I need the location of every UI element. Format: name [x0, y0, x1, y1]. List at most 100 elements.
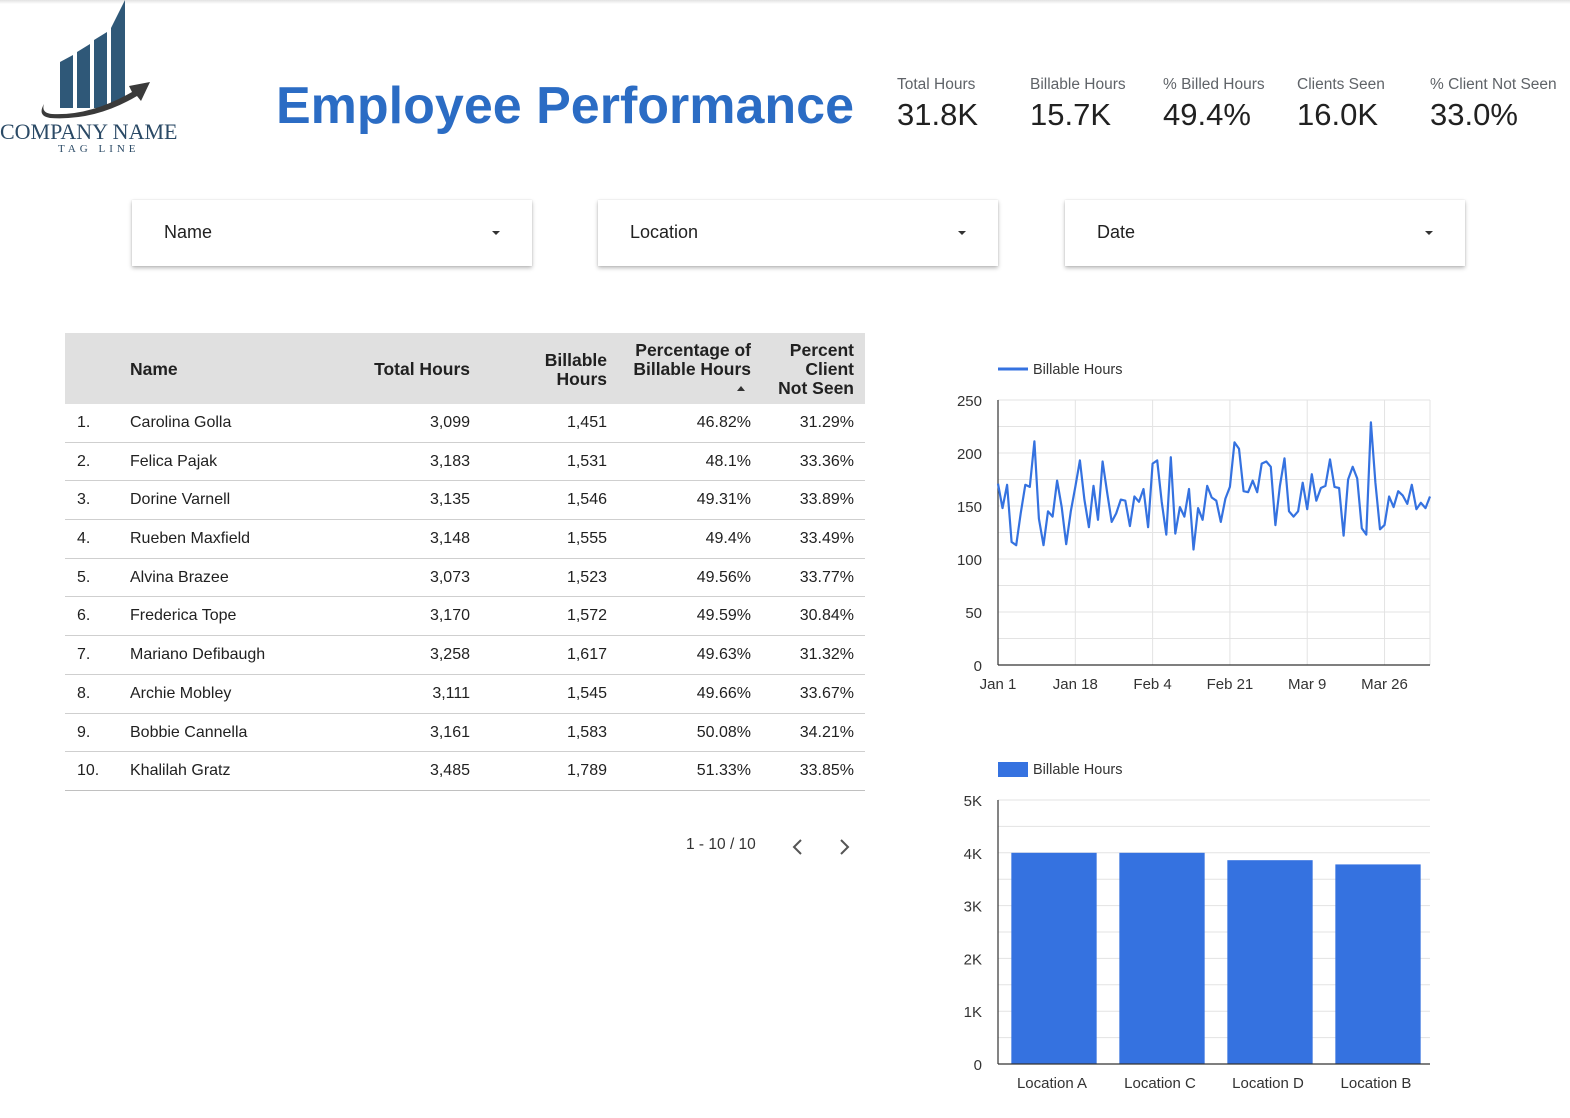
bar: [1335, 864, 1421, 1064]
cell-billable-hours: 1,451: [566, 414, 607, 431]
cell-name: Bobbie Cannella: [130, 723, 248, 741]
cell-pct-billable: 48.1%: [705, 452, 751, 470]
table-row[interactable]: 1. Carolina Golla 3,099 1,451 46.82% 31.29%: [65, 404, 865, 443]
cell-name: Rueben Maxfield: [130, 530, 251, 548]
chevron-right-icon: [840, 839, 850, 855]
legend-label: Billable Hours: [1033, 362, 1122, 378]
y-tick-label: 4K: [964, 846, 982, 863]
chevron-left-icon: [792, 839, 802, 855]
kpi-billable-hours: Billable Hours 15.7K: [1030, 76, 1126, 133]
cell-client-not-seen: 33.85%: [799, 762, 854, 780]
cell-name: Carolina Golla: [130, 414, 232, 431]
cell-name: Felica Pajak: [130, 452, 218, 470]
cell-total-hours: 3,161: [429, 723, 470, 741]
header-name[interactable]: Name: [130, 360, 178, 379]
pagination-range: 1 - 10 / 10: [686, 836, 756, 853]
cell-total-hours: 3,073: [429, 568, 470, 586]
date-filter-dropdown[interactable]: Date: [1065, 200, 1465, 266]
table-row[interactable]: 4. Rueben Maxfield 3,148 1,555 49.4% 33.49%: [65, 520, 865, 559]
employee-table: Name Total Hours Billable Hours Percenta…: [65, 333, 865, 791]
table-row[interactable]: 5. Alvina Brazee 3,073 1,523 49.56% 33.77%: [65, 559, 865, 598]
dropdown-arrow-icon: [958, 231, 966, 235]
cell-pct-billable: 51.33%: [696, 762, 751, 780]
cell-name: Archie Mobley: [130, 684, 232, 702]
table-row[interactable]: 10. Khalilah Gratz 3,485 1,789 51.33% 33.85%: [65, 752, 865, 791]
cell-pct-billable: 46.82%: [696, 414, 751, 431]
table-row[interactable]: 8. Archie Mobley 3,111 1,545 49.66% 33.67%: [65, 675, 865, 714]
cell-client-not-seen: 33.49%: [799, 530, 854, 548]
cell-index: 5.: [77, 568, 91, 586]
cell-client-not-seen: 30.84%: [799, 607, 854, 625]
dropdown-arrow-icon: [492, 231, 500, 235]
y-tick-label: 2K: [964, 951, 982, 968]
x-tick-label: Mar 9: [1288, 676, 1326, 693]
billable-hours-by-location-bar-chart: 0 1K 2K 3K 4K 5K Location A Location C Location …: [964, 762, 1430, 1092]
cell-total-hours: 3,485: [429, 762, 470, 780]
cell-name: Dorine Varnell: [130, 491, 231, 509]
table-row[interactable]: 7. Mariano Defibaugh 3,258 1,617 49.63% 31.32…: [65, 636, 865, 675]
cell-name: Alvina Brazee: [130, 568, 229, 586]
header-line: Client: [805, 359, 854, 379]
kpi-total-hours: Total Hours 31.8K: [897, 76, 978, 133]
cell-client-not-seen: 31.32%: [799, 646, 854, 664]
header-line: Percentage of: [635, 340, 751, 360]
company-name: COMPANY NAME: [0, 119, 178, 144]
kpi-clients-seen: Clients Seen 16.0K: [1297, 76, 1385, 133]
x-tick-label: Feb 4: [1133, 676, 1171, 693]
legend-swatch: [998, 762, 1028, 777]
x-tick-label: Location C: [1124, 1075, 1196, 1092]
cell-total-hours: 3,183: [429, 452, 470, 470]
y-tick-label: 0: [974, 658, 982, 675]
cell-index: 2.: [77, 452, 91, 470]
legend-label: Billable Hours: [1033, 762, 1122, 778]
y-tick-label: 1K: [964, 1004, 982, 1021]
header-line: Hours: [556, 369, 607, 389]
previous-page-button[interactable]: [788, 835, 808, 859]
cell-pct-billable: 49.63%: [696, 646, 751, 664]
table-body: 1. Carolina Golla 3,099 1,451 46.82% 31.29% 2…: [65, 404, 865, 791]
header-billable-hours[interactable]: Billable Hours: [545, 351, 607, 389]
kpi-label: Billable Hours: [1030, 76, 1126, 93]
cell-total-hours: 3,170: [429, 607, 470, 625]
cell-pct-billable: 49.56%: [696, 568, 751, 586]
dropdown-arrow-icon: [1425, 231, 1433, 235]
cell-total-hours: 3,099: [429, 414, 470, 431]
y-tick-label: 200: [957, 446, 982, 463]
header-pct-billable[interactable]: Percentage of Billable Hours: [633, 341, 751, 379]
cell-name: Khalilah Gratz: [130, 762, 231, 780]
name-filter-dropdown[interactable]: Name: [132, 200, 532, 266]
filter-label: Date: [1097, 222, 1136, 242]
kpi-value: 31.8K: [897, 97, 979, 132]
cell-billable-hours: 1,789: [566, 762, 607, 780]
x-tick-label: Location A: [1017, 1075, 1087, 1092]
top-shadow: [0, 0, 1570, 4]
x-tick-label: Feb 21: [1207, 676, 1254, 693]
cell-total-hours: 3,111: [432, 684, 470, 702]
location-filter-dropdown[interactable]: Location: [598, 200, 998, 266]
cell-client-not-seen: 33.89%: [799, 491, 854, 509]
sort-ascending-icon[interactable]: [737, 386, 745, 391]
table-row[interactable]: 2. Felica Pajak 3,183 1,531 48.1% 33.36%: [65, 443, 865, 482]
cell-client-not-seen: 33.77%: [799, 568, 854, 586]
cell-total-hours: 3,258: [429, 646, 470, 664]
kpi-value: 49.4%: [1163, 97, 1251, 132]
table-row[interactable]: 3. Dorine Varnell 3,135 1,546 49.31% 33.89%: [65, 481, 865, 521]
next-page-button[interactable]: [834, 835, 854, 859]
table-row[interactable]: 9. Bobbie Cannella 3,161 1,583 50.08% 34.21%: [65, 714, 865, 753]
kpi-label: % Billed Hours: [1163, 76, 1265, 93]
table-row[interactable]: 6. Frederica Tope 3,170 1,572 49.59% 30.84%: [65, 597, 865, 637]
billable-hours-series-line: [996, 421, 1432, 551]
header-client-not-seen[interactable]: Percent Client Not Seen: [778, 341, 854, 398]
y-tick-label: 250: [957, 393, 982, 410]
cell-index: 10.: [77, 762, 100, 780]
billable-hours-line-chart: 0 50 100 150 200 250 Jan 1 Jan 18 Feb 4 Feb 21 Mar…: [957, 362, 1432, 693]
cell-billable-hours: 1,617: [566, 646, 607, 664]
kpi-label: Total Hours: [897, 76, 976, 93]
cell-total-hours: 3,135: [429, 491, 470, 509]
cell-name: Mariano Defibaugh: [130, 646, 266, 664]
header-total-hours[interactable]: Total Hours: [374, 360, 470, 379]
x-tick-label: Location B: [1341, 1075, 1412, 1092]
x-tick-label: Jan 1: [980, 676, 1017, 693]
cell-client-not-seen: 34.21%: [799, 723, 854, 741]
bar: [1011, 852, 1097, 1064]
